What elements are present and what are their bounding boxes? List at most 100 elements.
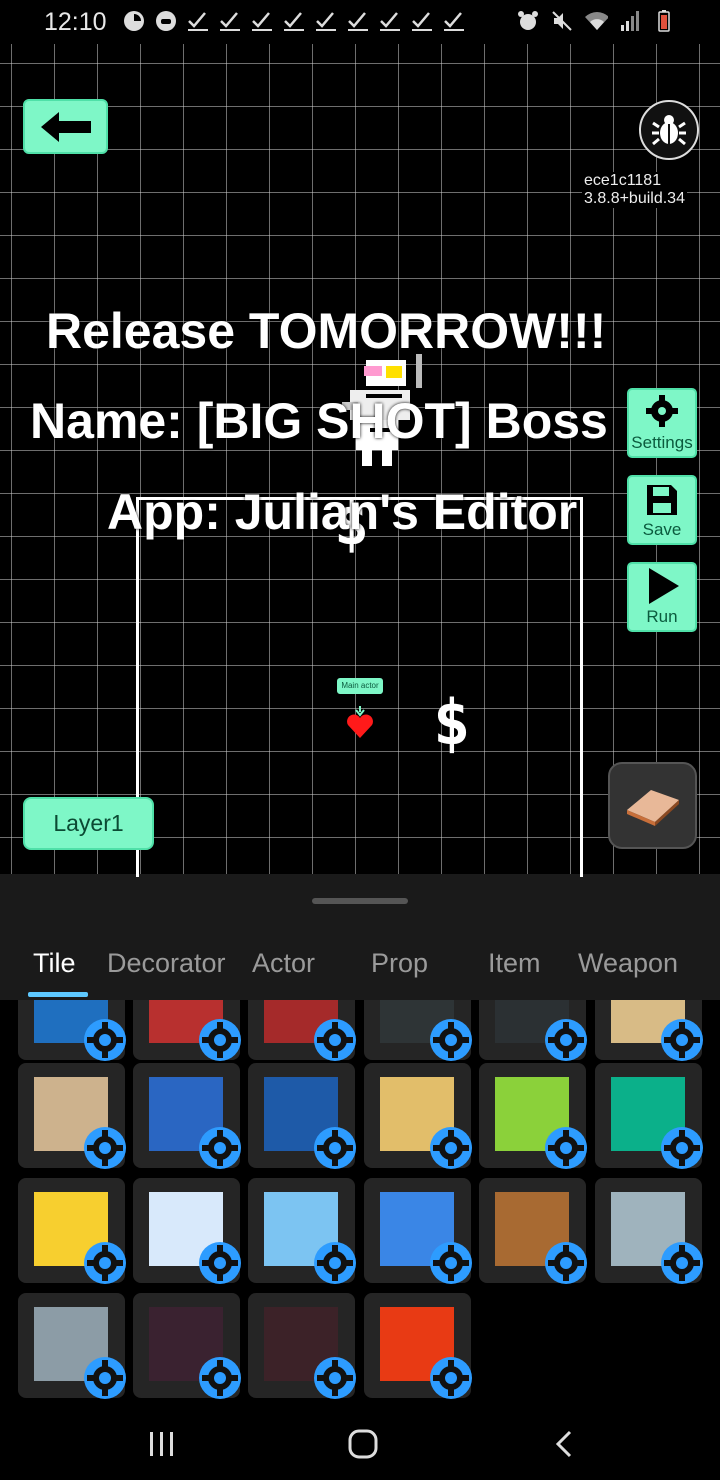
heart-actor-sprite[interactable] xyxy=(345,706,375,740)
cracked-rock-tile[interactable] xyxy=(248,1293,358,1401)
tab-decorator[interactable]: Decorator xyxy=(107,948,226,979)
tile-config-icon[interactable] xyxy=(197,1240,243,1286)
check-icon xyxy=(314,9,338,33)
status-time: 12:10 xyxy=(44,8,107,36)
lime-tile[interactable] xyxy=(479,1063,589,1171)
tile-config-icon[interactable] xyxy=(543,1125,589,1171)
tile-config-icon[interactable] xyxy=(312,1125,358,1171)
bright-blue-tile[interactable] xyxy=(364,1178,474,1286)
check-icon xyxy=(250,9,274,33)
tile-config-icon[interactable] xyxy=(82,1017,128,1063)
chevron-left-icon xyxy=(555,1430,572,1458)
navigation-bar xyxy=(0,1406,720,1480)
pale-blue-tile[interactable] xyxy=(133,1178,243,1286)
recents-icon xyxy=(150,1432,173,1456)
tile-config-icon[interactable] xyxy=(197,1125,243,1171)
dark-red-tile[interactable] xyxy=(248,1000,358,1063)
tile-config-icon[interactable] xyxy=(428,1125,474,1171)
ice-water-tile[interactable] xyxy=(133,1063,243,1171)
tile-config-icon[interactable] xyxy=(659,1240,705,1286)
version-commit: ece1c1181 xyxy=(584,172,662,189)
gray-stone-tile[interactable] xyxy=(595,1178,705,1286)
signal-icon xyxy=(618,9,642,33)
debug-button[interactable] xyxy=(639,100,699,160)
tile-config-icon[interactable] xyxy=(659,1125,705,1171)
tile-config-icon[interactable] xyxy=(428,1355,474,1401)
whatsapp-icon xyxy=(122,9,146,33)
tile-config-icon[interactable] xyxy=(543,1017,589,1063)
eraser-button[interactable] xyxy=(608,762,697,849)
tile-config-icon[interactable] xyxy=(543,1240,589,1286)
tile-config-icon[interactable] xyxy=(82,1125,128,1171)
check-icon xyxy=(346,9,370,33)
floppy-disk-icon xyxy=(647,485,677,515)
wood-tile[interactable] xyxy=(479,1178,589,1286)
tan-tile[interactable] xyxy=(595,1000,705,1063)
tile-config-icon[interactable] xyxy=(428,1240,474,1286)
tab-actor[interactable]: Actor xyxy=(252,948,315,979)
overlay-line-3: App: Julian's Editor xyxy=(107,484,578,540)
tile-config-icon[interactable] xyxy=(82,1355,128,1401)
check-icon xyxy=(442,9,466,33)
status-bar: 12:10 xyxy=(0,0,720,44)
main-actor-label: Main actor xyxy=(337,678,383,694)
cobblestone-tile[interactable] xyxy=(18,1293,128,1401)
tile-config-icon[interactable] xyxy=(197,1017,243,1063)
eraser-icon xyxy=(626,789,679,826)
teal-tile[interactable] xyxy=(595,1063,705,1171)
overlay-line-2: Name: [BIG SHOT] Boss xyxy=(30,393,608,449)
sand-tile[interactable] xyxy=(18,1063,128,1171)
back-button[interactable] xyxy=(23,99,108,154)
notification-icons xyxy=(122,9,466,33)
dollar-sprite[interactable]: $ xyxy=(433,686,470,759)
tile-config-icon[interactable] xyxy=(312,1355,358,1401)
tile-config-icon[interactable] xyxy=(428,1017,474,1063)
blue-tile[interactable] xyxy=(18,1000,128,1063)
version-build: 3.8.8+build.34 xyxy=(584,190,685,207)
recents-button[interactable] xyxy=(142,1424,182,1464)
gear-icon xyxy=(646,395,678,427)
tile-config-icon[interactable] xyxy=(659,1017,705,1063)
save-label: Save xyxy=(642,520,682,539)
bug-icon xyxy=(652,115,686,146)
yellow-tile[interactable] xyxy=(18,1178,128,1286)
version-info: ece1c1181 3.8.8+build.34 xyxy=(582,172,687,208)
tab-tile[interactable]: Tile xyxy=(33,948,76,979)
home-icon xyxy=(348,1429,378,1459)
dark-brick-tile[interactable] xyxy=(133,1293,243,1401)
panel-drag-handle[interactable] xyxy=(312,898,408,904)
home-button[interactable] xyxy=(343,1424,383,1464)
tile-grid xyxy=(0,1000,720,1406)
mute-icon xyxy=(550,9,574,33)
asset-tabs: Tile Decorator Actor Prop Item Weapon xyxy=(0,944,720,1000)
overlay-line-1: Release TOMORROW!!! xyxy=(46,303,607,359)
red-tile[interactable] xyxy=(133,1000,243,1063)
tab-item[interactable]: Item xyxy=(488,948,541,979)
layer-button[interactable]: Layer1 xyxy=(23,797,154,850)
check-icon xyxy=(378,9,402,33)
lava-tile[interactable] xyxy=(364,1293,474,1401)
settings-button[interactable]: Settings xyxy=(627,388,697,458)
check-icon xyxy=(186,9,210,33)
tile-config-icon[interactable] xyxy=(197,1355,243,1401)
dark-slate-tile[interactable] xyxy=(479,1000,589,1063)
dark-gray-tile[interactable] xyxy=(364,1000,474,1063)
tile-config-icon[interactable] xyxy=(312,1240,358,1286)
run-button[interactable]: Run xyxy=(627,562,697,632)
alarm-icon xyxy=(516,9,540,33)
settings-label: Settings xyxy=(631,433,693,452)
light-sand-tile[interactable] xyxy=(364,1063,474,1171)
tab-weapon[interactable]: Weapon xyxy=(578,948,678,979)
navy-tile[interactable] xyxy=(248,1063,358,1171)
glass-tile[interactable] xyxy=(248,1178,358,1286)
run-label: Run xyxy=(646,607,678,626)
check-icon xyxy=(218,9,242,33)
check-icon xyxy=(410,9,434,33)
tile-config-icon[interactable] xyxy=(312,1017,358,1063)
save-button[interactable]: Save xyxy=(627,475,697,545)
play-icon xyxy=(649,568,679,604)
back-nav-button[interactable] xyxy=(544,1424,584,1464)
tile-config-icon[interactable] xyxy=(82,1240,128,1286)
arrow-left-icon xyxy=(40,111,91,142)
tab-prop[interactable]: Prop xyxy=(371,948,428,979)
